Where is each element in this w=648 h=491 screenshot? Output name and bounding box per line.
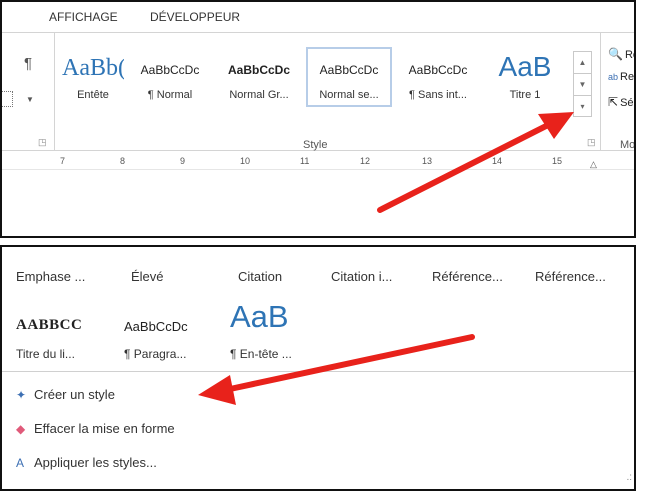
create-style-label: Créer un style: [34, 387, 115, 402]
tab-affichage[interactable]: AFFICHAGE: [49, 10, 118, 24]
style-item-titre-1[interactable]: AaB Titre 1: [484, 49, 566, 105]
tab-developpeur[interactable]: DÉVELOPPEUR: [150, 10, 240, 24]
style-sample: AaBbCcDc: [140, 63, 200, 77]
group-divider: [600, 33, 601, 150]
group-divider: [54, 33, 55, 150]
ribbon-tab-bar: AFFICHAGE DÉVELOPPEUR: [2, 2, 634, 33]
gallery-scroll-down-button[interactable]: ▼: [574, 74, 591, 96]
eraser-icon: ◆: [16, 422, 26, 436]
replace-label: Re: [620, 71, 635, 83]
dialog-launcher-icon[interactable]: ◳: [38, 137, 47, 148]
ruler-number: 9: [180, 156, 186, 166]
style-label: Titre 1: [509, 89, 541, 101]
replace-button[interactable]: ab Re: [608, 71, 634, 83]
select-icon: ⇱: [608, 95, 619, 109]
style-item-normal[interactable]: AaBbCcDc ¶ Normal: [128, 49, 212, 105]
style-item-citation[interactable]: Citation: [238, 269, 282, 284]
ruler-number: 8: [120, 156, 126, 166]
style-item-reference-2[interactable]: Référence...: [535, 269, 606, 284]
style-item-sans-interligne[interactable]: AaBbCcDc ¶ Sans int...: [396, 49, 480, 105]
show-formatting-marks-button[interactable]: ¶: [24, 55, 32, 72]
gallery-scroll-controls: ▲ ▼ ▾: [573, 51, 592, 117]
style-gallery: AaBb( Entête AaBbCcDc ¶ Normal AaBbCcDc …: [62, 45, 572, 107]
style-item-entete[interactable]: AaBb( Entête: [62, 49, 124, 105]
style-item-eleve[interactable]: Élevé: [131, 269, 164, 284]
resize-grip[interactable]: .:: [626, 472, 632, 483]
style-item-emphase[interactable]: Emphase ...: [16, 269, 85, 284]
ribbon-body: ¶ ▼ AaBb( Entête AaBbCcDc ¶ Normal AaBbC…: [2, 33, 634, 151]
group-label-style: Style: [303, 139, 328, 151]
gallery-scroll-up-button[interactable]: ▲: [574, 52, 591, 74]
style-sample-titre-livre[interactable]: AABBCC: [16, 317, 82, 334]
ruler-number: 14: [492, 156, 503, 166]
style-item-reference[interactable]: Référence...: [432, 269, 503, 284]
create-style-button[interactable]: ✦ Créer un style: [16, 387, 115, 402]
find-button[interactable]: 🔍Re: [608, 47, 634, 61]
style-item-normal-gras[interactable]: AaBbCcDc Normal Gr...: [215, 49, 303, 105]
style-item-citation-intense[interactable]: Citation i...: [331, 269, 392, 284]
ruler-number: 10: [240, 156, 251, 166]
style-item-normal-selected[interactable]: AaBbCcDc Normal se...: [306, 47, 392, 107]
style-label: ¶ Normal: [147, 89, 193, 101]
apply-styles-label: Appliquer les styles...: [34, 455, 157, 470]
gallery-more-button[interactable]: ▾: [574, 96, 591, 117]
apply-styles-icon: A: [16, 456, 25, 470]
style-label-paragraphe: ¶ Paragra...: [124, 347, 187, 361]
find-icon: 🔍: [608, 47, 623, 61]
ruler-number: 15: [552, 156, 563, 166]
indent-marker-icon[interactable]: △: [590, 159, 597, 170]
group-label-modification: Mo: [620, 139, 636, 151]
style-label: Normal se...: [319, 89, 379, 101]
ruler-number: 13: [422, 156, 433, 166]
create-style-icon: ✦: [16, 388, 27, 402]
ruler-number: 7: [60, 156, 66, 166]
select-label: Sél: [620, 97, 636, 109]
style-label-titre-livre: Titre du li...: [16, 347, 75, 361]
ruler-number: 12: [360, 156, 371, 166]
style-label-en-tete: ¶ En-tête ...: [230, 347, 292, 361]
chevron-down-icon: ▼: [26, 95, 34, 104]
style-sample-paragraphe[interactable]: AaBbCcDc: [124, 319, 188, 334]
document-area[interactable]: [2, 170, 634, 236]
horizontal-ruler[interactable]: 7 8 9 10 11 12 13 14 15 △: [2, 155, 634, 170]
style-sample: AaBb(: [62, 55, 124, 81]
clear-formatting-button[interactable]: ◆ Effacer la mise en forme: [16, 421, 175, 436]
ribbon-screenshot-panel: AFFICHAGE DÉVELOPPEUR ¶ ▼ AaBb( Entête A…: [0, 0, 636, 238]
style-label: ¶ Sans int...: [409, 89, 467, 101]
clear-formatting-label: Effacer la mise en forme: [34, 421, 175, 436]
paragraph-option-dropdown[interactable]: [2, 91, 13, 107]
style-dialog-launcher-icon[interactable]: ◳: [587, 137, 596, 148]
style-sample: AaBbCcDc: [319, 63, 379, 77]
find-label: Re: [624, 49, 634, 61]
style-sample-en-tete[interactable]: AaB: [230, 299, 289, 335]
style-sample: AaBbCcDc: [227, 63, 290, 77]
select-button[interactable]: ⇱ Sél: [608, 95, 636, 109]
style-label: Normal Gr...: [229, 89, 289, 101]
apply-styles-button[interactable]: A Appliquer les styles...: [16, 455, 157, 470]
ruler-number: 11: [300, 156, 310, 166]
style-sample: AaB: [498, 51, 552, 82]
menu-divider: [2, 371, 634, 372]
style-sample: AaBbCcDc: [408, 63, 468, 77]
style-gallery-expanded-panel: Emphase ... Élevé Citation Citation i...…: [0, 245, 636, 491]
replace-icon: ab: [608, 72, 619, 82]
style-label: Entête: [77, 89, 109, 101]
